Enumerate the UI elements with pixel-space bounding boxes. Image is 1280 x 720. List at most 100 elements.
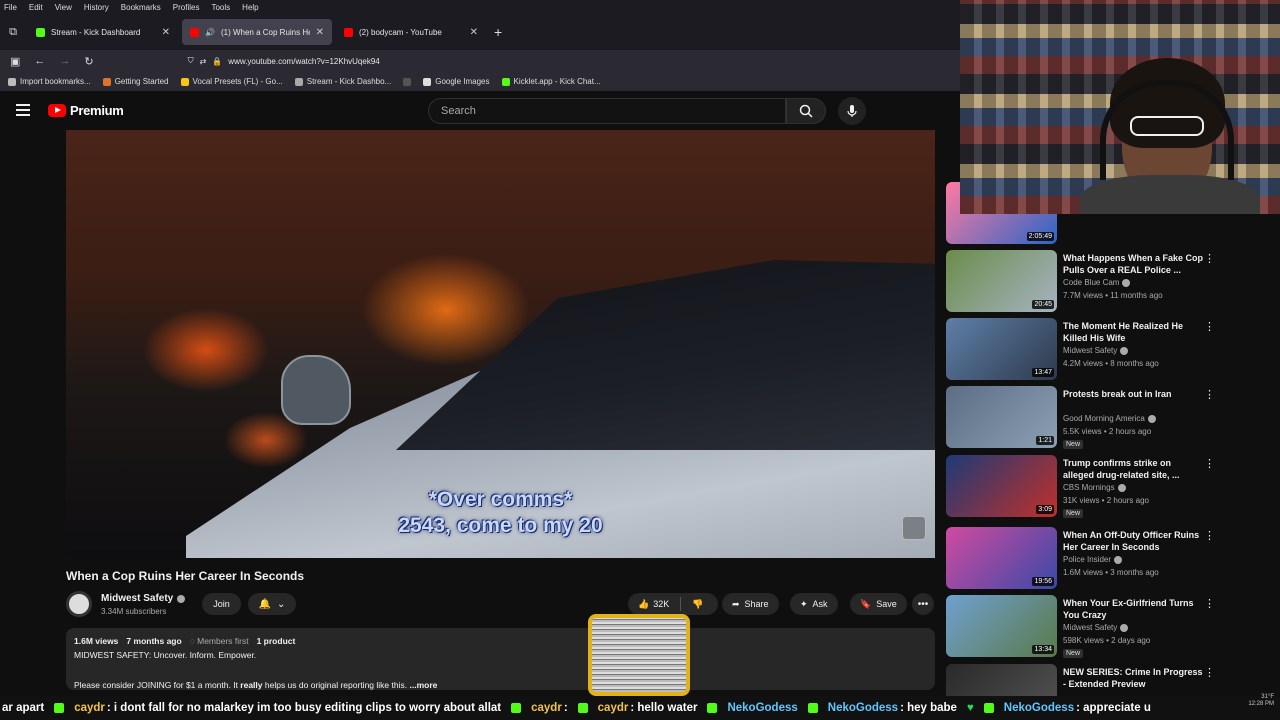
recommendation-thumbnail[interactable]: 13:47 — [946, 318, 1057, 380]
search-button[interactable] — [786, 98, 826, 124]
like-count: 32K — [653, 599, 670, 609]
bookmark-kicklet[interactable]: Kicklet.app - Kick Chat... — [501, 77, 601, 86]
recommendation-item[interactable]: 1:21 Protests break out in Iran Good Morni… — [946, 386, 1226, 449]
more-vert-icon[interactable]: ⋮ — [1204, 388, 1215, 401]
reload-icon[interactable]: ↻ — [84, 55, 93, 68]
recommendation-title[interactable]: What Happens When a Fake Cop Pulls Over … — [1063, 252, 1203, 276]
tab-title: Stream - Kick Dashboard — [51, 27, 141, 37]
new-tab-icon[interactable]: + — [494, 24, 502, 40]
recommendation-channel[interactable]: Good Morning America — [1063, 414, 1156, 423]
view-count: 1.6M views — [74, 636, 119, 646]
channel-watermark-icon[interactable] — [902, 516, 926, 540]
menu-history[interactable]: History — [84, 3, 109, 12]
bookmark-import[interactable]: Import bookmarks... — [8, 77, 91, 86]
ask-button[interactable]: ✦ Ask — [790, 593, 838, 615]
search-input[interactable]: Search — [428, 98, 786, 124]
recommendation-title[interactable]: When Your Ex-Girlfriend Turns You Crazy — [1063, 597, 1203, 621]
like-button[interactable]: 👍 32K — [638, 599, 669, 610]
more-vert-icon[interactable]: ⋮ — [1204, 457, 1215, 470]
nav-bar: ▣ ← → ↻ ⛉ ⇄ 🔒 www.youtube.com/watch?v=12… — [0, 50, 960, 72]
show-more-link[interactable]: ...more — [409, 680, 437, 690]
recommendation-channel[interactable]: Midwest Safety — [1063, 346, 1129, 355]
more-vert-icon[interactable]: ⋮ — [1204, 529, 1215, 542]
voice-search-button[interactable] — [838, 97, 866, 125]
recommendation-channel[interactable]: Midwest Safety — [1063, 623, 1129, 632]
recommendation-item[interactable]: 3:09 Trump confirms strike on alleged dru… — [946, 455, 1226, 518]
menu-view[interactable]: View — [55, 3, 72, 12]
recommendation-title[interactable]: When An Off-Duty Officer Ruins Her Caree… — [1063, 529, 1203, 553]
duration-badge: 13:34 — [1032, 645, 1054, 654]
lock-icon[interactable]: 🔒 — [212, 57, 222, 66]
more-vert-icon[interactable]: ⋮ — [1204, 666, 1215, 679]
close-tab-icon[interactable]: ✕ — [162, 27, 170, 38]
recommendation-channel[interactable]: CBS Mornings — [1063, 483, 1126, 492]
url-text[interactable]: www.youtube.com/watch?v=12KhvUqek94 — [228, 57, 379, 66]
description-box[interactable]: 1.6M views 7 months ago ◌ Members first … — [66, 628, 935, 690]
close-tab-icon[interactable]: ✕ — [316, 27, 324, 38]
bell-icon: 🔔 — [258, 598, 272, 610]
video-player[interactable]: *Over comms* 2543, come to my 20 — [66, 130, 935, 558]
save-button[interactable]: 🔖 Save — [850, 593, 907, 615]
recommendation-channel[interactable]: Police Insider — [1063, 555, 1123, 564]
menu-bookmarks[interactable]: Bookmarks — [121, 3, 161, 12]
menu-tools[interactable]: Tools — [211, 3, 230, 12]
join-button[interactable]: Join — [202, 593, 241, 615]
speaker-icon[interactable]: 🔊 — [205, 28, 215, 37]
recommendation-title[interactable]: The Moment He Realized He Killed His Wif… — [1063, 320, 1203, 344]
more-vert-icon[interactable]: ⋮ — [1204, 252, 1215, 265]
youtube-favicon-icon — [344, 27, 353, 37]
youtube-logo[interactable]: Premium — [48, 103, 124, 118]
channel-name-row[interactable]: Midwest Safety — [101, 593, 186, 604]
verified-icon — [1120, 346, 1129, 355]
more-vert-icon[interactable]: ⋮ — [1204, 597, 1215, 610]
recommendation-meta: 4.2M views • 8 months ago — [1063, 359, 1159, 368]
recommendation-title[interactable]: Trump confirms strike on alleged drug-re… — [1063, 457, 1203, 481]
close-tab-icon[interactable]: ✕ — [470, 27, 478, 38]
share-button[interactable]: ➦ Share — [722, 593, 779, 615]
recommendation-channel[interactable]: Code Blue Cam — [1063, 278, 1131, 287]
menu-profiles[interactable]: Profiles — [173, 3, 200, 12]
recommendation-title[interactable]: Protests break out in Iran — [1063, 388, 1203, 400]
recommendation-item[interactable]: 13:34 When Your Ex-Girlfriend Turns You C… — [946, 595, 1226, 658]
recommendation-thumbnail[interactable]: 19:56 — [946, 527, 1057, 589]
bookmark-s[interactable] — [403, 77, 412, 86]
channel-name[interactable]: Midwest Safety — [101, 593, 173, 604]
recommendation-item[interactable]: 20:45 What Happens When a Fake Cop Pulls … — [946, 250, 1226, 312]
menu-file[interactable]: File — [4, 3, 17, 12]
back-icon[interactable]: ← — [34, 55, 45, 67]
bookmark-kick-dashboard[interactable]: Stream - Kick Dashbo... — [294, 77, 391, 86]
url-bar[interactable]: ⛉ ⇄ 🔒 www.youtube.com/watch?v=12KhvUqek9… — [188, 56, 380, 66]
google-icon — [423, 77, 432, 86]
new-badge: New — [1063, 440, 1084, 449]
recommendation-item[interactable]: 13:47 The Moment He Realized He Killed Hi… — [946, 318, 1226, 380]
shield-icon[interactable]: ⛉ — [188, 56, 194, 66]
sidebar-toggle-icon[interactable]: ▣ — [10, 55, 20, 68]
channel-avatar[interactable] — [66, 591, 92, 617]
recommendation-thumbnail[interactable]: 13:34 — [946, 595, 1057, 657]
more-vert-icon[interactable]: ⋮ — [1204, 320, 1215, 333]
recommendation-thumbnail[interactable]: 20:45 — [946, 250, 1057, 312]
tab-bodycam[interactable]: (2) bodycam - YouTube ✕ — [336, 19, 486, 45]
notification-bell-button[interactable]: 🔔 ⌄ — [248, 593, 296, 615]
tab-list-icon[interactable]: ⧉ — [0, 19, 26, 45]
bookmark-vocal-presets[interactable]: Vocal Presets (FL) - Go... — [180, 77, 283, 86]
menu-help[interactable]: Help — [242, 3, 258, 12]
recommendation-item[interactable]: 19:56 When An Off-Duty Officer Ruins Her … — [946, 527, 1226, 589]
recommendation-thumbnail[interactable]: 1:21 — [946, 386, 1057, 448]
bookmark-google-images[interactable]: Google Images — [423, 77, 490, 86]
chat-ticker: ar apart caydr : i dont fall for no mala… — [0, 696, 1280, 720]
product-count[interactable]: 1 product — [257, 636, 296, 646]
tab-kick-dashboard[interactable]: Stream - Kick Dashboard ✕ — [28, 19, 178, 45]
permissions-icon[interactable]: ⇄ — [200, 57, 207, 66]
thumbs-down-icon[interactable]: 👎 — [692, 599, 703, 610]
recommendation-thumbnail[interactable]: 3:09 — [946, 455, 1057, 517]
bookmark-getting-started[interactable]: Getting Started — [102, 77, 169, 86]
tab-current-video[interactable]: 🔊 (1) When a Cop Ruins Her C ✕ — [182, 19, 332, 45]
recommendation-title[interactable]: NEW SERIES: Crime In Progress - Extended… — [1063, 666, 1203, 690]
forward-icon[interactable]: → — [59, 55, 70, 67]
firefox-icon — [102, 77, 111, 86]
kick-icon — [577, 703, 588, 713]
more-actions-button[interactable]: ••• — [912, 593, 934, 615]
menu-edit[interactable]: Edit — [29, 3, 43, 12]
menu-icon[interactable] — [16, 104, 30, 116]
